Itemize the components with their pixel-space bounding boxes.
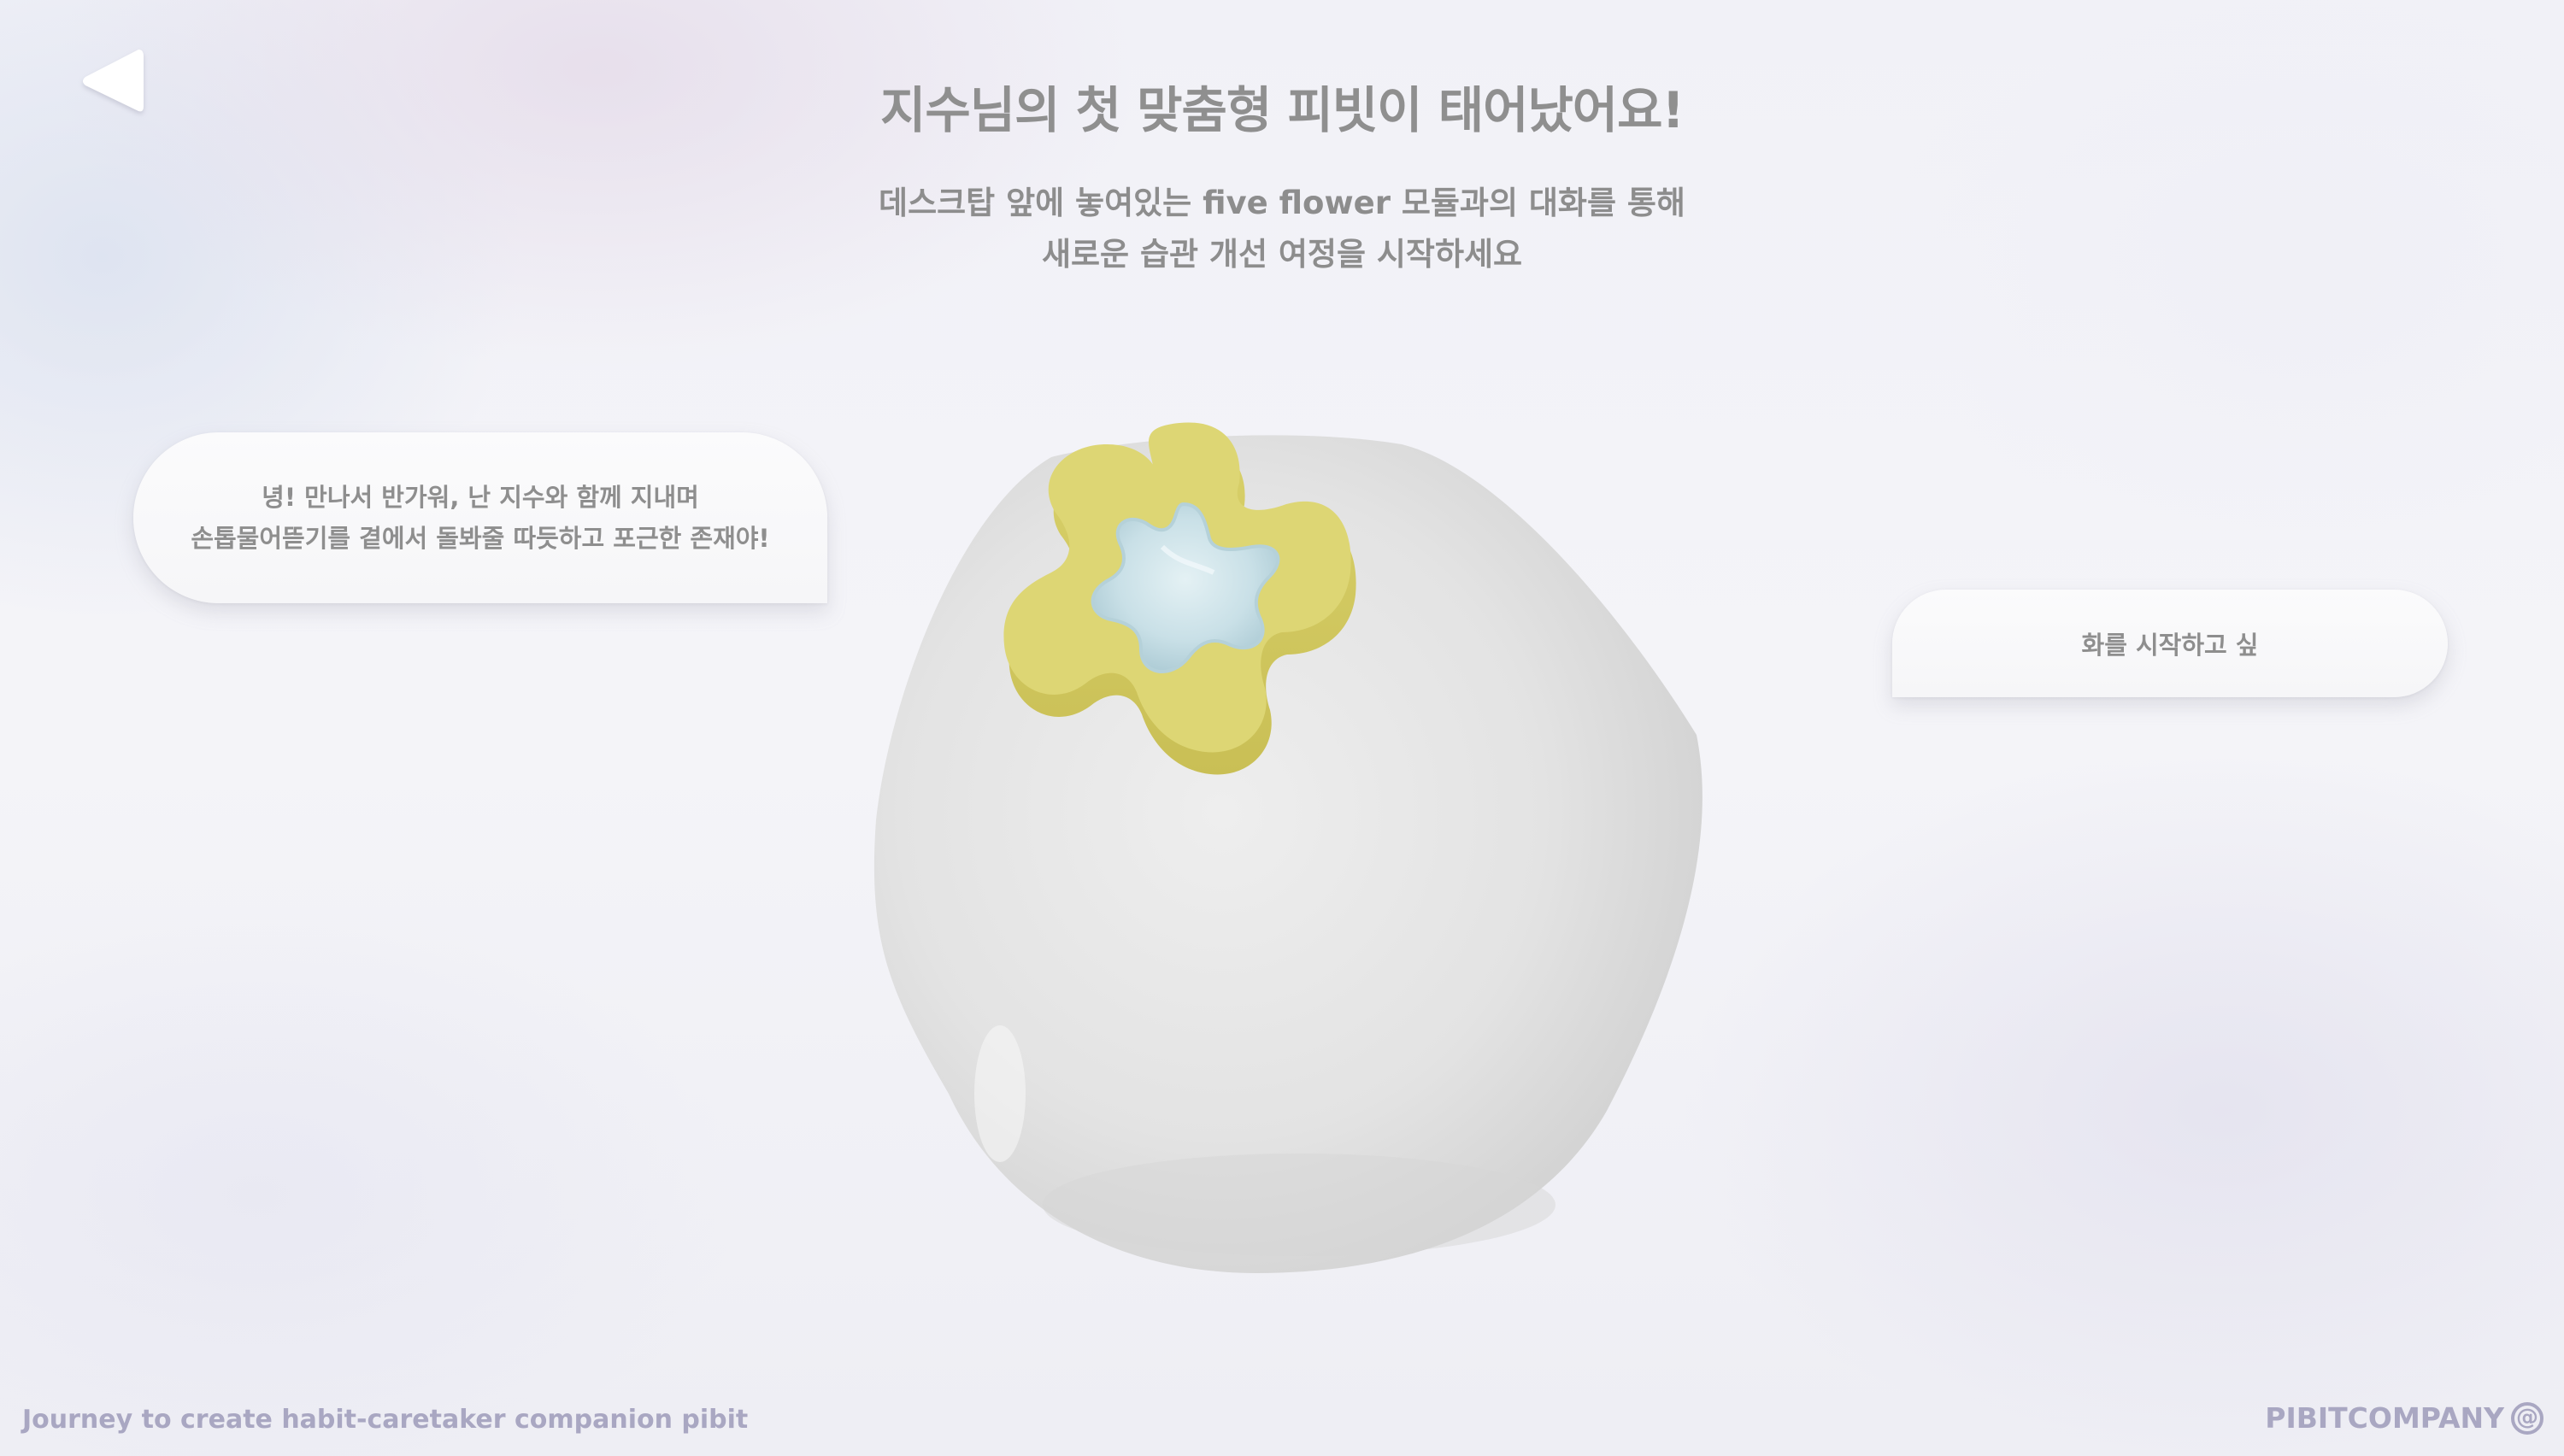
page-title: 지수님의 첫 맞춤형 피빗이 태어났어요!	[880, 81, 1685, 139]
pibit-companion-model[interactable]	[855, 342, 1709, 1282]
pibit-speech-bubble: 녕! 만나서 반가워, 난 지수와 함께 지내며 손톱물어뜯기를 곁에서 돌봐줄…	[133, 432, 827, 603]
footer-brand[interactable]: PIBITCOMPANY @	[2265, 1401, 2543, 1435]
speech-line: 손톱물어뜯기를 곁에서 돌봐줄 따듯하고 포근한 존재야!	[191, 524, 770, 553]
brand-name: PIBITCOMPANY	[2265, 1401, 2504, 1435]
at-sign-icon: @	[2511, 1401, 2543, 1435]
page-subtitle: 데스크탑 앞에 놓여있는 five flower 모듈과의 대화를 통해 새로운…	[0, 178, 2564, 280]
footer-tagline: Journey to create habit-caretaker compan…	[22, 1405, 749, 1435]
speech-line: 녕! 만나서 반가워, 난 지수와 함께 지내며	[262, 483, 699, 512]
subtitle-line: 데스크탑 앞에 놓여있는 five flower 모듈과의 대화를 통해	[879, 185, 1685, 221]
user-speech-bubble: 화를 시작하고 싶	[1892, 590, 2448, 697]
user-speech-text: 화를 시작하고 싶	[2081, 631, 2259, 660]
subtitle-line: 새로운 습관 개선 여정을 시작하세요	[1041, 236, 1523, 273]
